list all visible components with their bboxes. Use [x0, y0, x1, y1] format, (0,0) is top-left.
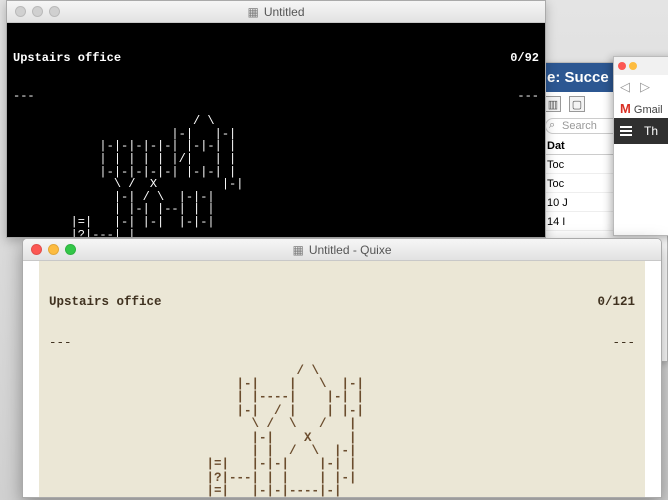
archive-icon[interactable]: ▥ [545, 96, 561, 112]
close-icon[interactable] [15, 6, 26, 17]
gmail-logo: M Gmail [614, 99, 668, 118]
gmail-window: ◁ ▷ M Gmail Th [613, 56, 668, 236]
win1-titlebar[interactable]: Untitled [7, 1, 545, 23]
minimize-icon[interactable] [32, 6, 43, 17]
status-sub-left: --- [13, 90, 35, 103]
win2-game-area[interactable]: Upstairs office 0/121 --- --- / \ |-| | … [39, 261, 645, 497]
close-icon[interactable] [618, 62, 626, 70]
document-icon [292, 243, 303, 257]
status-sub-left: --- [49, 337, 72, 350]
win1-window-controls [15, 6, 60, 17]
status-score-moves: 0/92 [510, 52, 539, 65]
status-sub-right: --- [517, 90, 539, 103]
win2-window-controls [31, 244, 76, 255]
ascii-map: / \ |-| |-| |-|-|-|-|-| |-|-| | | | | | … [13, 115, 539, 237]
status-sub-right: --- [612, 337, 635, 350]
gmail-label: Gmail [634, 104, 663, 116]
minimize-icon[interactable] [48, 244, 59, 255]
close-icon[interactable] [31, 244, 42, 255]
document-icon [247, 5, 258, 19]
win2-titlebar[interactable]: Untitled - Quixe [23, 239, 661, 261]
nav-back-icon[interactable]: ◁ [620, 79, 630, 95]
win2-title: Untitled - Quixe [309, 243, 392, 257]
hamburger-icon[interactable] [620, 126, 632, 136]
zoom-icon[interactable] [65, 244, 76, 255]
gmail-m-icon: M [620, 101, 631, 116]
gmail-dark-strip: Th [614, 118, 668, 144]
ascii-map: / \ |-| | \ |-| | |----| |-| | |-| / | |… [49, 365, 635, 498]
quixe-interpreter-window: Untitled - Quixe Upstairs office 0/121 -… [22, 238, 662, 498]
status-score-moves: 0/121 [597, 296, 635, 309]
zoom-icon[interactable] [49, 6, 60, 17]
gmail-sidebar-text: Th [644, 124, 658, 138]
win1-title: Untitled [264, 5, 305, 19]
minimize-icon[interactable] [629, 62, 637, 70]
win1-game-area[interactable]: Upstairs office 0/92 --- --- / \ |-| |-|… [7, 23, 545, 237]
status-location: Upstairs office [13, 52, 121, 65]
gmail-titlebar [614, 57, 668, 75]
trash-icon[interactable]: ▢ [569, 96, 585, 112]
dark-interpreter-window: Untitled Upstairs office 0/92 --- --- / … [6, 0, 546, 238]
status-location: Upstairs office [49, 296, 162, 309]
gmail-nav: ◁ ▷ [614, 75, 668, 99]
nav-forward-icon[interactable]: ▷ [640, 79, 650, 95]
